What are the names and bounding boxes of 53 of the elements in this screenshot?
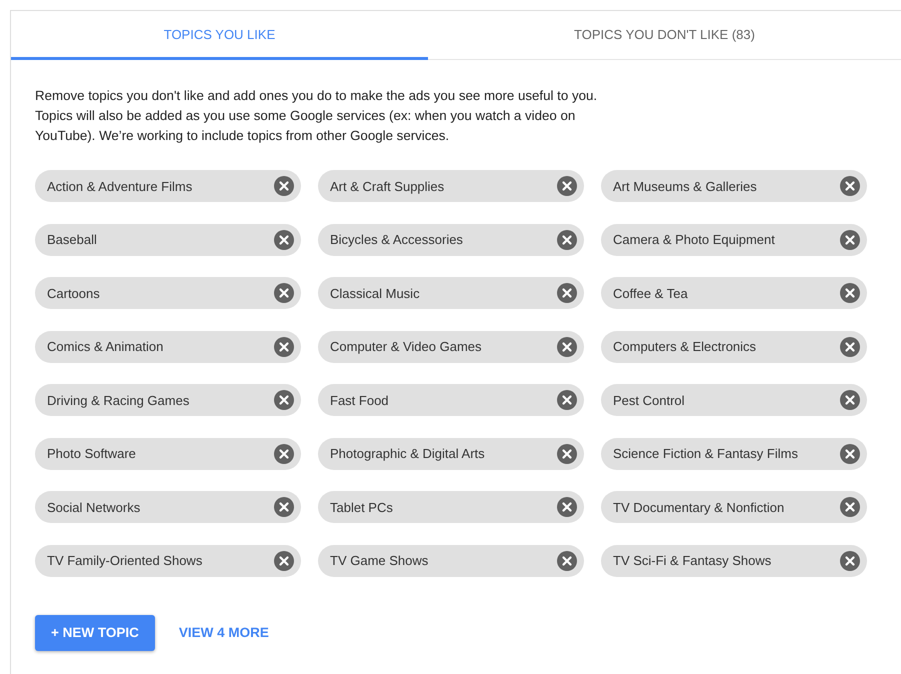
remove-icon[interactable] — [840, 230, 860, 250]
remove-icon[interactable] — [840, 550, 860, 570]
remove-icon[interactable] — [557, 390, 577, 410]
remove-icon[interactable] — [274, 390, 294, 410]
topic-label: Fast Food — [330, 392, 389, 408]
remove-icon[interactable] — [274, 497, 294, 517]
remove-icon[interactable] — [274, 550, 294, 570]
topic-label: Cartoons — [47, 286, 100, 300]
remove-icon[interactable] — [557, 497, 577, 517]
remove-icon[interactable] — [557, 176, 577, 196]
new-topic-button[interactable]: + NEW TOPIC — [35, 614, 155, 650]
remove-icon[interactable] — [274, 230, 294, 250]
topic-label: Computers & Electronics — [613, 339, 756, 354]
topic-label: Comics & Animation — [47, 339, 164, 354]
remove-icon[interactable] — [840, 497, 860, 517]
topic-label: Science Fiction & Fantasy Films — [613, 446, 798, 461]
remove-icon[interactable] — [840, 176, 860, 196]
topic-label: Art Museums & Galleries — [613, 178, 757, 194]
topic-label: Pest Control — [613, 392, 685, 408]
remove-icon[interactable] — [274, 444, 294, 464]
topic-label: Classical Music — [330, 286, 420, 300]
topic-label: TV Family-Oriented Shows — [47, 553, 202, 568]
remove-icon[interactable] — [557, 283, 577, 303]
topic-label: TV Game Shows — [330, 553, 428, 568]
remove-icon[interactable] — [840, 390, 860, 410]
topic-label: TV Sci-Fi & Fantasy Shows — [613, 553, 772, 568]
tab[interactable]: TOPICS YOU LIKE — [11, 11, 428, 60]
topic-label: Tablet PCs — [330, 500, 393, 514]
description-text: Remove topics you don't like and add ones you do to make the ads you see more useful to you. Topics will also be added as you use some Google services (ex: when you watch a video on YouTube). We’re working to include topics from other Google services. — [35, 87, 598, 145]
topic-label: Bicycles & Accessories — [330, 232, 463, 247]
topic-label: Action & Adventure Films — [47, 178, 192, 194]
topic-label: Computer & Video Games — [330, 339, 482, 354]
remove-icon[interactable] — [840, 444, 860, 464]
remove-icon[interactable] — [557, 230, 577, 250]
remove-icon[interactable] — [274, 176, 294, 196]
remove-icon[interactable] — [557, 444, 577, 464]
topic-label: Driving & Racing Games — [47, 392, 190, 408]
topic-label: Coffee & Tea — [613, 286, 688, 300]
tab[interactable]: TOPICS YOU DON'T LIKE (83) — [428, 11, 901, 60]
topic-label: Camera & Photo Equipment — [613, 232, 775, 247]
topic-label: Photographic & Digital Arts — [330, 446, 485, 461]
remove-icon[interactable] — [274, 283, 294, 303]
view-more-link[interactable]: VIEW 4 MORE — [178, 625, 269, 640]
remove-icon[interactable] — [557, 550, 577, 570]
topic-label: Photo Software — [47, 446, 136, 461]
remove-icon[interactable] — [840, 336, 860, 356]
topic-label: TV Documentary & Nonfiction — [613, 500, 784, 514]
remove-icon[interactable] — [840, 283, 860, 303]
remove-icon[interactable] — [274, 336, 294, 356]
remove-icon[interactable] — [557, 336, 577, 356]
topic-label: Art & Craft Supplies — [330, 178, 444, 194]
topic-label: Baseball — [47, 232, 97, 247]
topic-label: Social Networks — [47, 500, 140, 514]
